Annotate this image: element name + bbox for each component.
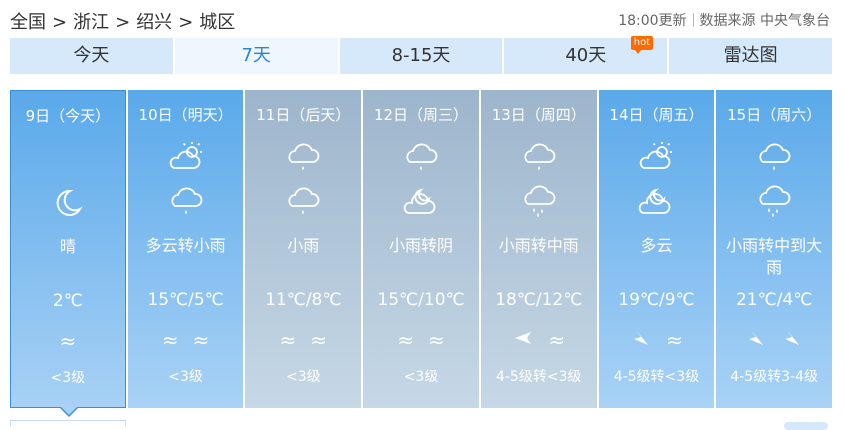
weather-condition: 多云 [640,236,673,255]
wind-breeze-icon: ≈ [279,328,297,352]
selected-pointer [59,406,79,417]
moderate-rain-icon [481,184,597,220]
forecast-tabs: 今天 7天 8-15天 40天 hot 雷达图 [10,36,832,74]
day-column[interactable]: 15日（周六） 小雨转中到大雨 21℃/4℃ arrow-down-righta… [716,90,833,408]
wind-level: <3级 [403,369,439,385]
seven-day-forecast: 9日（今天） 晴 2℃ ≈ <3级 10日（明天） 多云转小雨 15℃/5℃ ≈… [10,90,833,417]
weather-condition: 小雨转中到大雨 [726,236,823,277]
day-date: 10日（明天） [138,106,233,124]
day-column[interactable]: 12日（周三） 小雨转阴 15℃/10℃ ≈ ≈ <3级 [363,90,479,408]
wind-direction: arrow-left≈ [481,328,597,352]
day-date: 14日（周五） [609,106,704,124]
tab-8-15-days[interactable]: 8-15天 [339,38,505,74]
light-rain-icon [128,184,244,220]
day-column[interactable]: 13日（周四） 小雨转中雨 18℃/12℃ arrow-left≈ 4-5级转<… [480,90,597,408]
wind-direction: ≈ ≈ [128,328,244,352]
breadcrumb-separator: > [52,12,68,33]
partly-cloudy-icon [599,140,715,176]
wind-level: <3级 [285,369,321,385]
tab-label: 40天 [565,45,607,66]
wind-direction: ≈ ≈ [363,328,479,352]
temperature: 19℃/9℃ [618,290,695,310]
tab-7-days[interactable]: 7天 [174,38,340,74]
temperature: 15℃/10℃ [377,290,465,310]
breadcrumb-item-city[interactable]: 绍兴 [136,12,172,33]
wind-direction-icon [745,327,767,354]
wind-breeze-icon: ≈ [397,328,415,352]
scroll-handle[interactable] [784,422,828,430]
wind-level: 4-5级转<3级 [613,369,700,385]
wind-direction-icon [630,327,652,354]
wind-direction-icon [512,327,534,354]
temperature: 21℃/4℃ [735,290,813,310]
day-column[interactable]: 9日（今天） 晴 2℃ ≈ <3级 [10,90,126,417]
temperature: 18℃/12℃ [495,290,583,310]
wind-breeze-icon: ≈ [192,328,210,352]
temperature: 2℃ [52,291,83,311]
light-rain-icon [245,184,361,220]
wind-level: 4-5级转3-4级 [730,369,819,385]
wind-breeze-icon: ≈ [161,328,179,352]
day-date: 9日（今天） [25,107,111,125]
moon-icon [11,185,125,221]
temperature: 11℃/8℃ [265,290,342,310]
wind-breeze-icon: ≈ [666,328,683,352]
wind-direction: arrow-down-right≈ [599,328,715,352]
tab-40-days[interactable]: 40天 hot [504,36,670,74]
day-date: 11日（后天） [256,106,351,124]
weather-condition: 晴 [59,237,76,256]
day-column[interactable]: 14日（周五） 多云 19℃/9℃ arrow-down-right≈ 4-5级… [598,90,715,408]
wind-direction: arrow-down-rightarrow-down-right [716,328,832,352]
wind-breeze-icon: ≈ [310,328,328,352]
light-rain-icon [716,140,832,176]
tab-today[interactable]: 今天 [10,38,175,74]
day-date: 12日（周三） [373,106,469,124]
day-date: 13日（周四） [491,106,586,124]
breadcrumb: 全国 > 浙江 > 绍兴 > 城区 [10,8,235,34]
breadcrumb-item-country[interactable]: 全国 [10,12,46,33]
weather-condition: 小雨转中雨 [498,236,579,255]
temperature: 15℃/5℃ [147,290,224,310]
wind-level: 4-5级转<3级 [495,369,582,385]
wind-direction: ≈ [11,329,125,353]
light-rain-icon [363,140,479,176]
divider [692,13,694,27]
wind-direction: ≈ ≈ [245,328,361,352]
weather-condition: 小雨转阴 [389,236,454,255]
tab-radar[interactable]: 雷达图 [669,38,832,74]
wind-breeze-icon: ≈ [548,328,566,352]
moderate-rain-icon [716,184,832,220]
wind-breeze-icon: ≈ [428,328,445,352]
day-date: 15日（周六） [727,106,822,124]
top-bar: 全国 > 浙江 > 绍兴 > 城区 18:00更新 数据来源 中央气象台 [0,0,844,36]
light-rain-icon [481,140,597,176]
cloudy-night-icon [363,184,479,220]
breadcrumb-separator: > [115,12,131,33]
breadcrumb-item-province[interactable]: 浙江 [73,12,109,33]
selected-day-bottom [10,420,126,426]
data-source: 数据来源 中央气象台 [699,13,830,29]
none-icon [11,141,125,177]
day-column[interactable]: 11日（后天） 小雨 11℃/8℃ ≈ ≈ <3级 [245,90,362,408]
weather-condition: 多云转小雨 [145,236,226,255]
update-info: 18:00更新 数据来源 中央气象台 [618,10,830,30]
breadcrumb-separator: > [178,12,194,33]
wind-level: <3级 [50,370,86,386]
breadcrumb-item-district: 城区 [199,12,236,33]
cloudy-night-icon [599,184,715,220]
wind-breeze-icon: ≈ [59,329,77,353]
update-time: 18:00更新 [618,13,687,29]
light-rain-icon [245,140,361,176]
day-column[interactable]: 10日（明天） 多云转小雨 15℃/5℃ ≈ ≈ <3级 [127,90,244,408]
hot-badge: hot [630,36,654,54]
wind-direction-icon [781,327,803,354]
partly-cloudy-icon [128,140,244,176]
wind-level: <3级 [168,369,203,385]
weather-condition: 小雨 [287,236,320,255]
